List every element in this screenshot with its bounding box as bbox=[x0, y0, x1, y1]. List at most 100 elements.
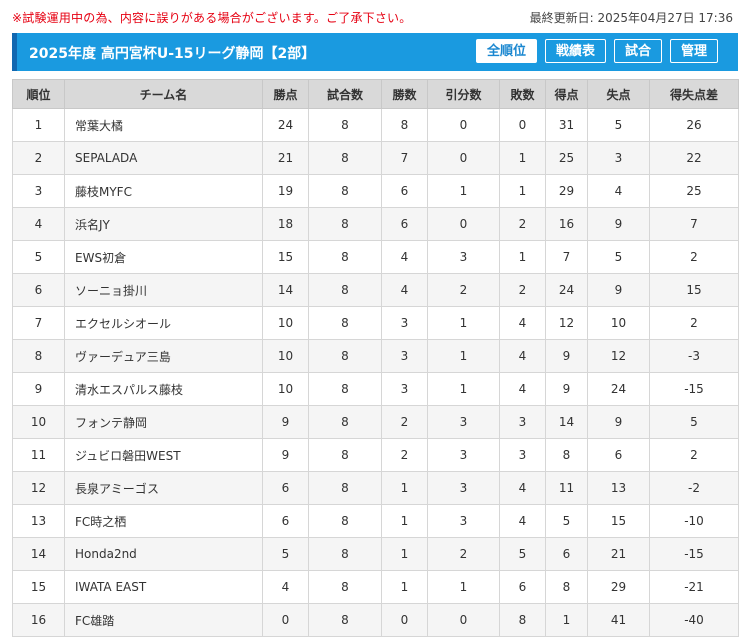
cell-rank: 13 bbox=[12, 504, 65, 538]
cell-draws: 3 bbox=[427, 438, 500, 472]
cell-draws: 0 bbox=[427, 603, 500, 637]
cell-played: 8 bbox=[308, 537, 382, 571]
cell-team-name: 清水エスパルス藤枝 bbox=[64, 372, 263, 406]
cell-goal-diff: 26 bbox=[649, 108, 739, 142]
cell-played: 8 bbox=[308, 603, 382, 637]
admin-button[interactable]: 管理 bbox=[669, 39, 718, 63]
col-goal-diff: 得失点差 bbox=[649, 79, 739, 109]
cell-goals-for: 24 bbox=[545, 273, 588, 307]
cell-points: 9 bbox=[262, 438, 309, 472]
cell-goals-for: 6 bbox=[545, 537, 588, 571]
cell-goals-against: 15 bbox=[587, 504, 650, 538]
cell-draws: 1 bbox=[427, 372, 500, 406]
matches-button[interactable]: 試合 bbox=[613, 39, 662, 63]
cell-wins: 3 bbox=[381, 339, 428, 373]
col-losses: 敗数 bbox=[499, 79, 546, 109]
cell-goals-against: 5 bbox=[587, 108, 650, 142]
table-row: 13 FC時之栖 6 8 1 3 4 5 15 -10 bbox=[12, 504, 739, 538]
cell-draws: 2 bbox=[427, 273, 500, 307]
cell-goal-diff: -10 bbox=[649, 504, 739, 538]
cell-points: 15 bbox=[262, 240, 309, 274]
cell-goal-diff: 7 bbox=[649, 207, 739, 241]
cell-rank: 16 bbox=[12, 603, 65, 637]
cell-played: 8 bbox=[308, 207, 382, 241]
cell-goal-diff: -2 bbox=[649, 471, 739, 505]
cell-points: 10 bbox=[262, 306, 309, 340]
cell-rank: 15 bbox=[12, 570, 65, 604]
cell-goals-for: 12 bbox=[545, 306, 588, 340]
cell-goals-for: 16 bbox=[545, 207, 588, 241]
cell-goal-diff: 2 bbox=[649, 240, 739, 274]
cell-points: 6 bbox=[262, 471, 309, 505]
cell-points: 10 bbox=[262, 339, 309, 373]
cell-goal-diff: -15 bbox=[649, 372, 739, 406]
league-header: 2025年度 高円宮杯U-15リーグ静岡【2部】 全順位 戦績表 試合 管理 bbox=[12, 33, 738, 71]
table-row: 12 長泉アミーゴス 6 8 1 3 4 11 13 -2 bbox=[12, 471, 739, 505]
cell-team-name: フォンテ静岡 bbox=[64, 405, 263, 439]
cell-played: 8 bbox=[308, 339, 382, 373]
cell-goals-for: 9 bbox=[545, 372, 588, 406]
cell-goal-diff: -15 bbox=[649, 537, 739, 571]
cell-wins: 1 bbox=[381, 471, 428, 505]
table-row: 15 IWATA EAST 4 8 1 1 6 8 29 -21 bbox=[12, 570, 739, 604]
cell-draws: 0 bbox=[427, 207, 500, 241]
cell-points: 24 bbox=[262, 108, 309, 142]
cell-goals-against: 4 bbox=[587, 174, 650, 208]
cell-wins: 3 bbox=[381, 372, 428, 406]
cell-losses: 4 bbox=[499, 339, 546, 373]
cell-rank: 2 bbox=[12, 141, 65, 175]
cell-played: 8 bbox=[308, 570, 382, 604]
cell-wins: 3 bbox=[381, 306, 428, 340]
results-table-button[interactable]: 戦績表 bbox=[544, 39, 606, 63]
cell-team-name: ジュビロ磐田WEST bbox=[64, 438, 263, 472]
cell-team-name: FC時之栖 bbox=[64, 504, 263, 538]
cell-goal-diff: 2 bbox=[649, 438, 739, 472]
cell-team-name: IWATA EAST bbox=[64, 570, 263, 604]
col-rank: 順位 bbox=[12, 79, 65, 109]
cell-draws: 3 bbox=[427, 504, 500, 538]
col-points: 勝点 bbox=[262, 79, 309, 109]
cell-wins: 4 bbox=[381, 240, 428, 274]
table-row: 7 エクセルシオール 10 8 3 1 4 12 10 2 bbox=[12, 306, 739, 340]
cell-points: 21 bbox=[262, 141, 309, 175]
cell-points: 9 bbox=[262, 405, 309, 439]
cell-points: 6 bbox=[262, 504, 309, 538]
table-row: 9 清水エスパルス藤枝 10 8 3 1 4 9 24 -15 bbox=[12, 372, 739, 406]
cell-goals-against: 6 bbox=[587, 438, 650, 472]
cell-losses: 4 bbox=[499, 372, 546, 406]
cell-goals-against: 10 bbox=[587, 306, 650, 340]
cell-goals-for: 8 bbox=[545, 438, 588, 472]
cell-draws: 0 bbox=[427, 108, 500, 142]
cell-team-name: Honda2nd bbox=[64, 537, 263, 571]
table-row: 11 ジュビロ磐田WEST 9 8 2 3 3 8 6 2 bbox=[12, 438, 739, 472]
cell-goals-for: 25 bbox=[545, 141, 588, 175]
cell-rank: 6 bbox=[12, 273, 65, 307]
cell-goals-against: 29 bbox=[587, 570, 650, 604]
cell-rank: 8 bbox=[12, 339, 65, 373]
cell-draws: 1 bbox=[427, 174, 500, 208]
cell-team-name: 常葉大橘 bbox=[64, 108, 263, 142]
cell-wins: 1 bbox=[381, 504, 428, 538]
cell-goal-diff: 15 bbox=[649, 273, 739, 307]
all-standings-button[interactable]: 全順位 bbox=[475, 39, 537, 63]
cell-rank: 11 bbox=[12, 438, 65, 472]
cell-points: 4 bbox=[262, 570, 309, 604]
cell-goal-diff: 2 bbox=[649, 306, 739, 340]
cell-losses: 2 bbox=[499, 273, 546, 307]
cell-losses: 4 bbox=[499, 504, 546, 538]
cell-draws: 1 bbox=[427, 570, 500, 604]
cell-goals-against: 9 bbox=[587, 405, 650, 439]
cell-goal-diff: 22 bbox=[649, 141, 739, 175]
cell-goals-for: 11 bbox=[545, 471, 588, 505]
table-row: 8 ヴァーデュア三島 10 8 3 1 4 9 12 -3 bbox=[12, 339, 739, 373]
cell-wins: 6 bbox=[381, 174, 428, 208]
cell-played: 8 bbox=[308, 504, 382, 538]
cell-wins: 2 bbox=[381, 438, 428, 472]
cell-goals-against: 5 bbox=[587, 240, 650, 274]
cell-goal-diff: -21 bbox=[649, 570, 739, 604]
cell-rank: 14 bbox=[12, 537, 65, 571]
cell-draws: 0 bbox=[427, 141, 500, 175]
cell-wins: 0 bbox=[381, 603, 428, 637]
cell-losses: 1 bbox=[499, 141, 546, 175]
cell-team-name: 藤枝MYFC bbox=[64, 174, 263, 208]
